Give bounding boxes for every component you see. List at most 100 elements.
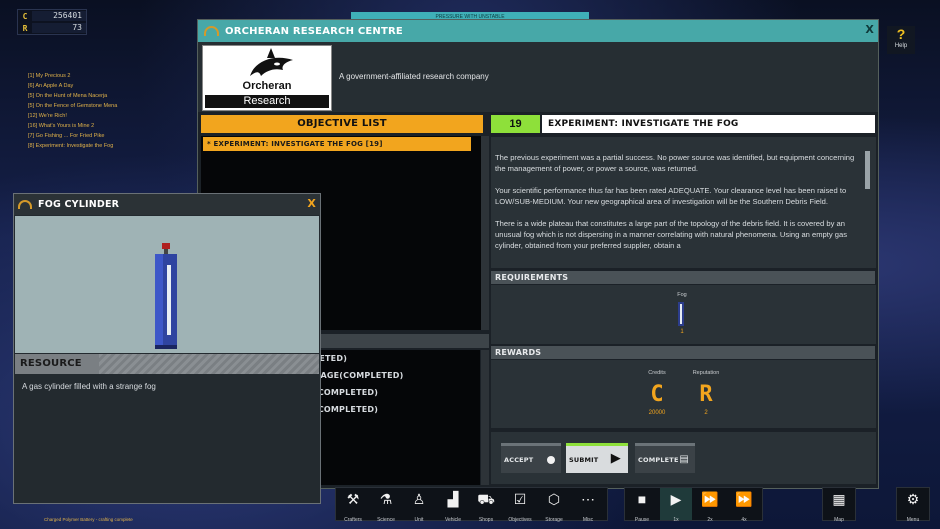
rewards-header: REWARDS [491, 346, 875, 359]
science-icon: ⚗ [379, 491, 393, 507]
menu-toolbar: ⚙ Menu [896, 487, 930, 523]
shops-icon: ⛟ [477, 491, 495, 507]
action-bar: ACCEPT SUBMIT ▶ COMPLETE ▤ [491, 432, 876, 484]
toolbar-label: Objectives [508, 517, 532, 523]
credits-icon: C [22, 11, 28, 21]
map-button[interactable]: ▦ Map [823, 488, 855, 523]
submit-arrow-icon: ▶ [610, 451, 621, 466]
accept-toggle-icon [547, 456, 555, 464]
pause-button[interactable]: ■ Pause [626, 488, 658, 523]
complete-label: COMPLETE [638, 456, 679, 464]
speed-2x-button[interactable]: ⏩ 2x [694, 488, 726, 523]
quest-item[interactable]: [5] On the Hunt of Mena Nacerja [28, 91, 117, 101]
logo-text-orcheran: Orcheran [242, 80, 292, 92]
toolbar-label: Science [377, 517, 395, 523]
reputation-reward-icon: R [699, 382, 713, 407]
header-stripes [99, 354, 319, 374]
completed-item[interactable]: PLETED) [308, 350, 480, 367]
speed-4x-button[interactable]: ⏩ 4x [728, 488, 760, 523]
quest-item[interactable]: [5] On the Fence of Gemstone Mena [28, 101, 117, 111]
rewards-panel: Credits C 20000 Reputation R 2 [491, 360, 876, 428]
gear-icon: ⚙ [906, 491, 920, 507]
toolbar-objectives-button[interactable]: ☑ Objectives [504, 488, 536, 523]
objective-number-badge: 19 [491, 115, 540, 133]
company-description: A government-affiliated research company [339, 72, 489, 81]
fog-cylinder-model [155, 243, 177, 349]
objectives-icon: ☑ [513, 491, 527, 507]
complete-button[interactable]: COMPLETE ▤ [635, 443, 695, 473]
objective-list-scrollbar[interactable] [481, 136, 489, 330]
toolbar-shops-button[interactable]: ⛟ Shops [470, 488, 502, 523]
window-title-bar[interactable]: ORCHERAN RESEARCH CENTRE X [198, 20, 878, 42]
quest-item[interactable]: [7] Go Fishing ... For Fried Pike [28, 131, 117, 141]
quest-item[interactable]: [1] My Precious 2 [28, 71, 117, 81]
help-button[interactable]: ? Help [887, 26, 915, 54]
fog-window-title: FOG CYLINDER [38, 199, 120, 210]
resource-counter: C 256401 R 73 [17, 9, 87, 35]
status-notification: Charged Polymer Battery - crafting compl… [44, 517, 133, 522]
description-scrollbar[interactable] [865, 151, 870, 189]
reputation-icon: R [22, 23, 28, 33]
quest-item[interactable]: [12] We're Rich! [28, 111, 117, 121]
experiment-title: EXPERIMENT: INVESTIGATE THE FOG [542, 115, 875, 133]
accept-button[interactable]: ACCEPT [501, 443, 561, 473]
fog-cylinder-window: FOG CYLINDER X RESOURCE A gas cylinder f… [13, 193, 321, 504]
toolbar-vehicle-button[interactable]: ▟ Vehicle [437, 488, 469, 523]
requirement-label: Fog [677, 292, 687, 298]
help-label: Help [894, 43, 908, 49]
reward-reputation-label: Reputation [692, 370, 720, 376]
completed-item[interactable]: S(COMPLETED) [308, 384, 480, 401]
submit-button[interactable]: SUBMIT ▶ [566, 443, 628, 473]
crafters-icon: ⚒ [346, 491, 360, 507]
resource-header: RESOURCE [15, 354, 319, 374]
reward-credits-value: 20000 [648, 410, 666, 416]
completed-item[interactable]: CKAGE(COMPLETED) [308, 367, 480, 384]
vehicle-icon: ▟ [447, 491, 459, 507]
toolbar-science-button[interactable]: ⚗ Science [370, 488, 402, 523]
reputation-value: 73 [32, 23, 86, 33]
play-1x-icon: ▶ [670, 491, 682, 507]
credits-reward-icon: C [650, 382, 664, 407]
fog-cylinder-icon[interactable] [677, 302, 685, 326]
experiment-paragraph: The previous experiment was a partial su… [495, 153, 855, 173]
toolbar-label: Menu [906, 517, 920, 523]
unit-icon: ♙ [412, 491, 426, 507]
play-2x-icon: ⏩ [701, 491, 719, 507]
toolbar-label: Pause [634, 517, 650, 523]
toolbar-storage-button[interactable]: ⬡ Storage [538, 488, 570, 523]
misc-icon: ⋯ [581, 491, 595, 507]
requirements-header: REQUIREMENTS [491, 271, 875, 284]
toolbar-unit-button[interactable]: ♙ Unit [403, 488, 435, 523]
toolbar-misc-button[interactable]: ⋯ Misc [572, 488, 604, 523]
close-icon[interactable]: X [865, 23, 874, 36]
resource-description: A gas cylinder filled with a strange fog [22, 382, 156, 391]
completed-item[interactable]: S(COMPLETED) [308, 401, 480, 418]
toolbar-label: Unit [414, 517, 424, 523]
speed-toolbar: ■ Pause ▶ 1x ⏩ 2x ⏩ 4x [624, 487, 763, 523]
main-toolbar: ⚒ Crafters ⚗ Science ♙ Unit ▟ Vehicle ⛟ Shops… [335, 487, 608, 523]
quest-log: [1] My Precious 2 [6] An Apple A Day [5]… [28, 71, 117, 151]
close-icon[interactable]: X [307, 197, 316, 210]
toolbar-crafters-button[interactable]: ⚒ Crafters [337, 488, 369, 523]
speed-1x-button[interactable]: ▶ 1x [660, 488, 692, 523]
toolbar-label: 4x [741, 517, 747, 523]
quest-item[interactable]: [8] Experiment: Investigate the Fog [28, 141, 117, 151]
experiment-description: The previous experiment was a partial su… [491, 137, 876, 268]
menu-button[interactable]: ⚙ Menu [897, 488, 929, 523]
credits-value: 256401 [32, 11, 86, 21]
fog-window-title-bar[interactable]: FOG CYLINDER X [14, 194, 320, 215]
toolbar-label: Storage [545, 517, 563, 523]
company-header: Orcheran Research A government-affiliate… [198, 42, 878, 112]
requirement-count: 1 [680, 329, 684, 335]
quest-item[interactable]: [16] What's Yours is Mine 2 [28, 121, 117, 131]
requirements-panel: Fog 1 [491, 285, 876, 344]
window-title: ORCHERAN RESEARCH CENTRE [225, 25, 403, 37]
resource-title: RESOURCE [20, 358, 82, 369]
completed-list-scrollbar[interactable] [481, 350, 489, 485]
toolbar-label: Shops [478, 517, 494, 523]
orcheran-logo-icon [18, 200, 32, 209]
experiment-paragraph: Your scientific performance thus far has… [495, 186, 847, 206]
quest-item[interactable]: [6] An Apple A Day [28, 81, 117, 91]
objective-item-selected[interactable]: * EXPERIMENT: INVESTIGATE THE FOG [19] [203, 137, 471, 151]
logo-text-research: Research [205, 95, 329, 108]
